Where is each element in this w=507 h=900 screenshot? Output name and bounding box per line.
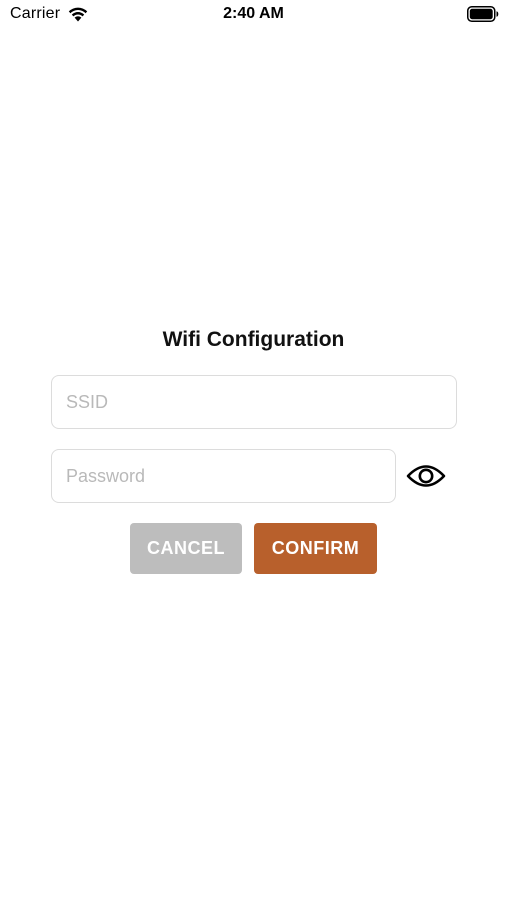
password-input[interactable] <box>51 449 396 503</box>
confirm-button[interactable]: CONFIRM <box>254 523 377 574</box>
ssid-input[interactable] <box>51 375 457 429</box>
eye-icon <box>406 465 446 487</box>
cancel-button[interactable]: CANCEL <box>130 523 242 574</box>
status-time: 2:40 AM <box>223 5 284 22</box>
page-title: Wifi Configuration <box>162 328 345 351</box>
wifi-configuration-screen: Carrier 2:40 AM Wifi Configuration CANCE… <box>0 0 507 900</box>
battery-icon <box>467 6 499 22</box>
status-bar: Carrier 2:40 AM <box>0 0 507 30</box>
toggle-password-visibility-button[interactable] <box>405 456 447 496</box>
